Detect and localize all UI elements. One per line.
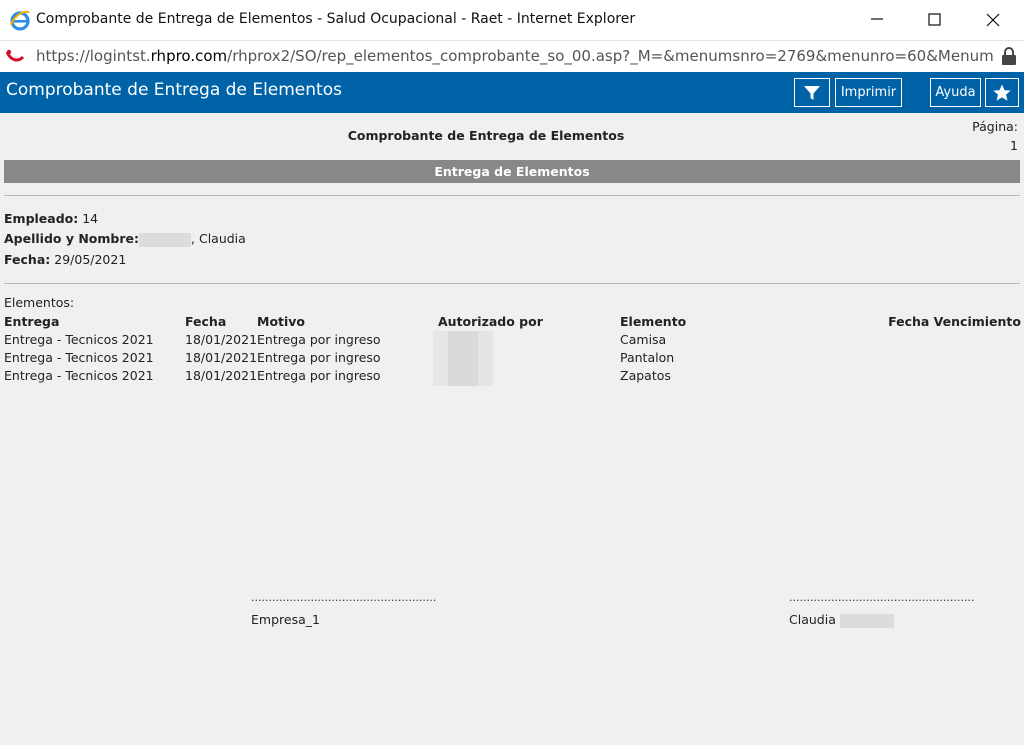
divider	[4, 195, 1020, 196]
date-field: Fecha: 29/05/2021	[4, 252, 126, 267]
col-header-entrega: Entrega	[4, 314, 60, 329]
date-value: 29/05/2021	[54, 252, 127, 267]
cell-entrega: Entrega - Tecnicos 2021	[4, 368, 154, 383]
name-label: Apellido y Nombre:	[4, 231, 140, 246]
page-title: Comprobante de Entrega de Elementos	[6, 80, 342, 100]
signature-left: Empresa_1	[251, 612, 320, 627]
signature-line-right: ........................................…	[789, 591, 974, 604]
redacted-surname	[139, 232, 192, 247]
maximize-button[interactable]	[906, 0, 964, 40]
cell-elemento: Zapatos	[620, 368, 671, 383]
elements-label: Elementos:	[4, 295, 75, 310]
url-prefix: https://logintst.	[36, 47, 151, 65]
cell-motivo: Entrega por ingreso	[257, 368, 381, 383]
print-button[interactable]: Imprimir	[835, 78, 902, 107]
cell-motivo: Entrega por ingreso	[257, 350, 381, 365]
cell-fecha: 18/01/2021	[185, 350, 258, 365]
app-header: Comprobante de Entrega de Elementos Impr…	[0, 72, 1024, 113]
signature-right: Claudia	[789, 612, 894, 628]
help-button[interactable]: Ayuda	[930, 78, 981, 107]
url-domain: rhpro.com	[150, 47, 228, 65]
minimize-button[interactable]	[848, 0, 906, 40]
col-header-motivo: Motivo	[257, 314, 306, 329]
col-header-autorizado: Autorizado por	[438, 314, 543, 329]
col-header-elemento: Elemento	[620, 314, 687, 329]
col-header-vencimiento: Fecha Vencimiento	[888, 314, 1021, 329]
cell-entrega: Entrega - Tecnicos 2021	[4, 332, 154, 347]
cell-entrega: Entrega - Tecnicos 2021	[4, 350, 154, 365]
employee-field: Empleado: 14	[4, 211, 98, 226]
name-field: Apellido y Nombre: , Claudia	[4, 231, 246, 247]
redacted-surname	[839, 613, 894, 628]
maximize-icon	[928, 13, 941, 26]
cell-fecha: 18/01/2021	[185, 368, 258, 383]
redacted-authorizer	[433, 331, 493, 386]
cell-motivo: Entrega por ingreso	[257, 332, 381, 347]
signature-right-name: Claudia	[789, 612, 836, 627]
cell-fecha: 18/01/2021	[185, 332, 258, 347]
minimize-icon	[871, 18, 883, 20]
filter-button[interactable]	[794, 78, 830, 107]
employee-label: Empleado:	[4, 211, 79, 226]
signature-line-left: ........................................…	[251, 591, 436, 604]
window-titlebar: Comprobante de Entrega de Elementos - Sa…	[0, 0, 1024, 40]
report-title: Comprobante de Entrega de Elementos	[347, 128, 625, 143]
internet-explorer-icon	[10, 10, 30, 31]
section-band: Entrega de Elementos	[4, 160, 1020, 183]
close-button[interactable]	[964, 0, 1022, 40]
page-number: 1	[1010, 138, 1018, 153]
lock-icon	[1002, 47, 1016, 65]
favorite-button[interactable]	[985, 78, 1019, 107]
report-body: Comprobante de Entrega de Elementos Pági…	[0, 113, 1024, 745]
window-title: Comprobante de Entrega de Elementos - Sa…	[36, 11, 636, 27]
col-header-fecha: Fecha	[185, 314, 227, 329]
name-value: , Claudia	[191, 231, 246, 246]
address-bar[interactable]: https://logintst.rhpro.com/rhprox2/SO/re…	[0, 40, 1024, 72]
site-favicon-icon	[6, 49, 24, 62]
date-label: Fecha:	[4, 252, 51, 267]
cell-elemento: Camisa	[620, 332, 667, 347]
filter-icon	[804, 85, 820, 100]
url-path: /rhprox2/SO/rep_elementos_comprobante_so…	[227, 47, 994, 65]
star-icon	[993, 84, 1011, 101]
close-icon	[986, 13, 1000, 27]
employee-value: 14	[82, 211, 99, 226]
url-field[interactable]: https://logintst.rhpro.com/rhprox2/SO/re…	[36, 47, 994, 65]
page-label: Página:	[972, 119, 1018, 134]
divider	[4, 283, 1020, 284]
cell-elemento: Pantalon	[620, 350, 675, 365]
